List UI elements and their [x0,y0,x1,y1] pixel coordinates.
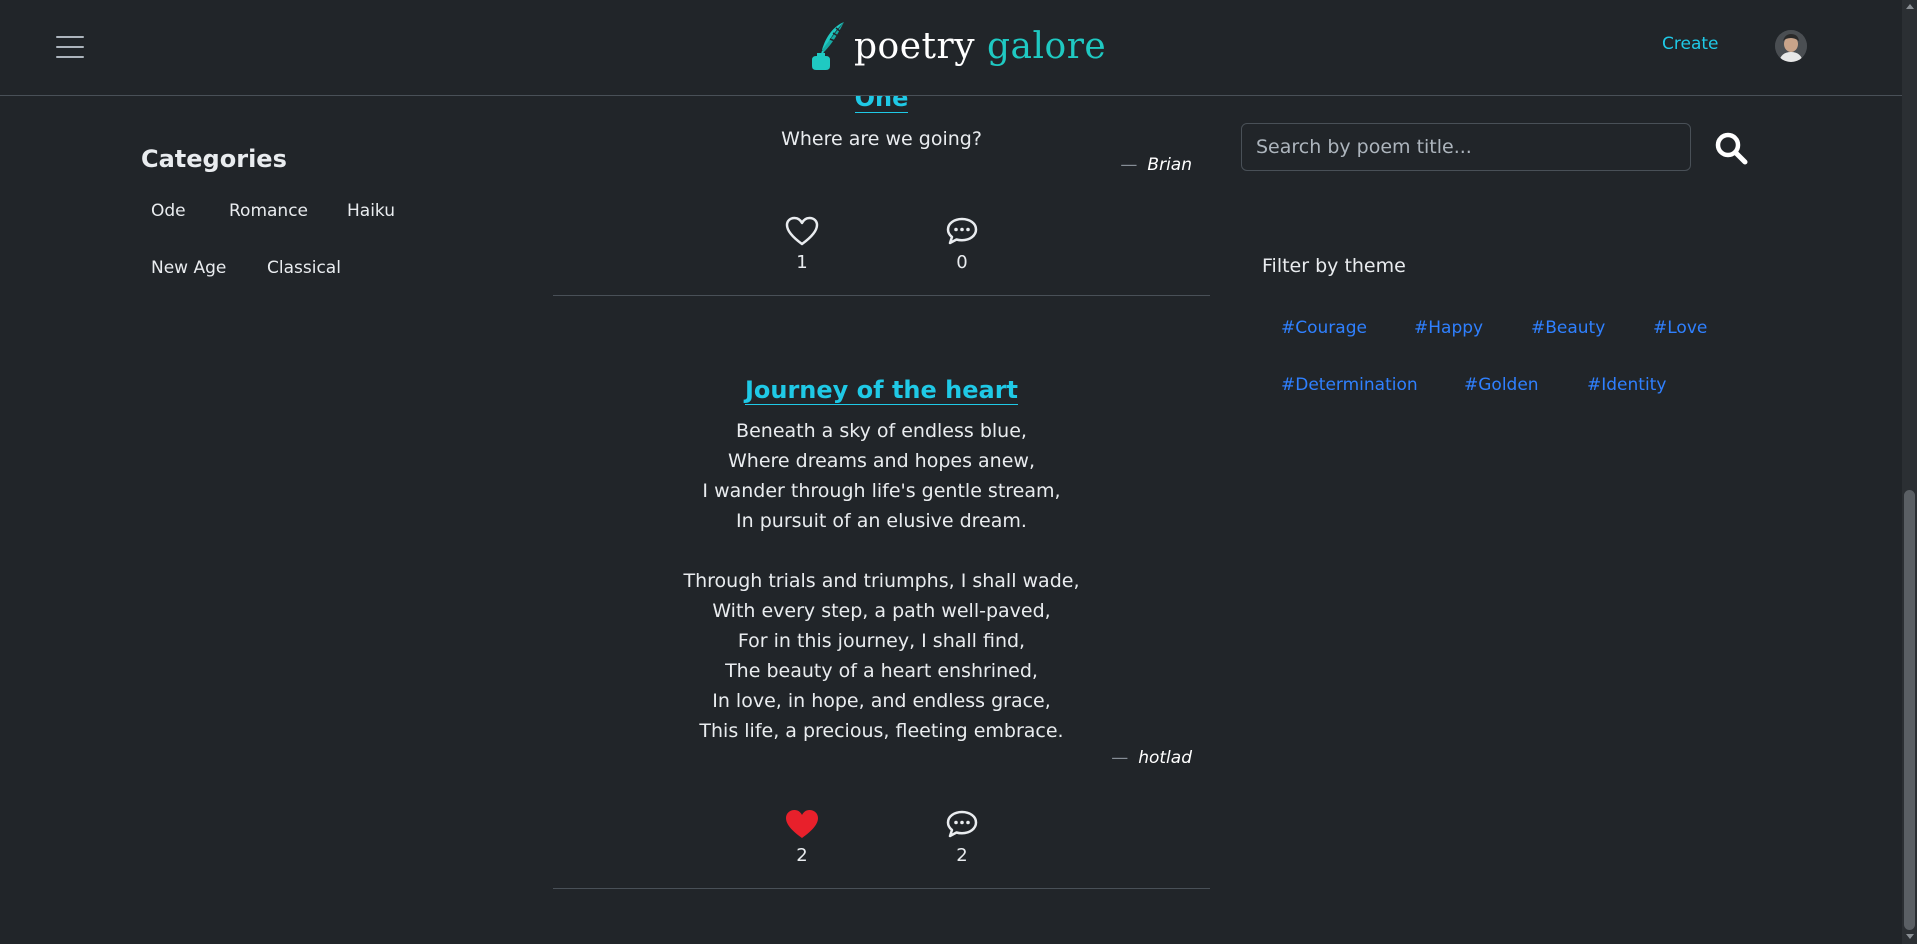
like-count: 1 [796,252,808,273]
poem-title[interactable]: Journey of the heart [553,376,1210,405]
theme-tag-beauty[interactable]: #Beauty [1531,318,1605,338]
theme-tag-identity[interactable]: #Identity [1587,375,1666,395]
search-button[interactable] [1713,130,1749,166]
search-icon [1715,132,1748,165]
category-haiku[interactable]: Haiku [347,201,395,221]
category-new-age[interactable]: New Age [151,258,226,278]
poem-author[interactable]: — hotlad [1111,748,1192,768]
scrollbar-thumb[interactable] [1904,490,1915,930]
comment-button[interactable]: 0 [937,216,987,273]
heart-icon [785,216,819,246]
search-input[interactable] [1241,123,1691,171]
theme-tag-happy[interactable]: #Happy [1414,318,1483,338]
comment-count: 0 [956,252,968,273]
brand-name-part1: poetry [854,25,976,67]
theme-tag-golden[interactable]: #Golden [1464,375,1539,395]
comment-count: 2 [956,845,968,866]
hamburger-menu-icon[interactable] [56,36,84,58]
poem-body: Where are we going? [781,128,982,150]
speech-bubble-icon [946,217,978,245]
page-scrollbar[interactable] [1902,0,1917,944]
scroll-up-arrow-icon[interactable] [1906,4,1914,9]
poem-author[interactable]: — Brian [1120,155,1192,175]
user-avatar[interactable] [1775,30,1807,62]
create-link[interactable]: Create [1662,34,1719,54]
theme-tag-love[interactable]: #Love [1653,318,1707,338]
poem-body: Beneath a sky of endless blue, Where dre… [683,420,1080,742]
brand-name-part2: galore [987,25,1107,67]
top-navbar: poetry galore Create [0,0,1902,96]
heart-filled-icon [786,810,818,838]
category-ode[interactable]: Ode [151,201,186,221]
theme-tag-determination[interactable]: #Determination [1281,375,1418,395]
brand-logo[interactable]: poetry galore [808,20,1106,72]
poem-title-clip: One [553,96,1210,126]
like-button[interactable]: 1 [777,216,827,273]
theme-tag-courage[interactable]: #Courage [1281,318,1367,338]
like-count: 2 [796,845,808,866]
scroll-down-arrow-icon[interactable] [1906,934,1914,939]
poem-divider [553,295,1210,296]
comment-button[interactable]: 2 [937,809,987,866]
poem-title[interactable]: One [553,96,1210,113]
speech-bubble-icon [946,810,978,838]
categories-heading: Categories [141,145,287,173]
filter-heading: Filter by theme [1262,255,1406,277]
category-classical[interactable]: Classical [267,258,341,278]
like-button[interactable]: 2 [777,809,827,866]
poem-divider [553,888,1210,889]
category-romance[interactable]: Romance [229,201,308,221]
quill-inkwell-icon [812,22,844,70]
avatar-image [1775,30,1807,62]
